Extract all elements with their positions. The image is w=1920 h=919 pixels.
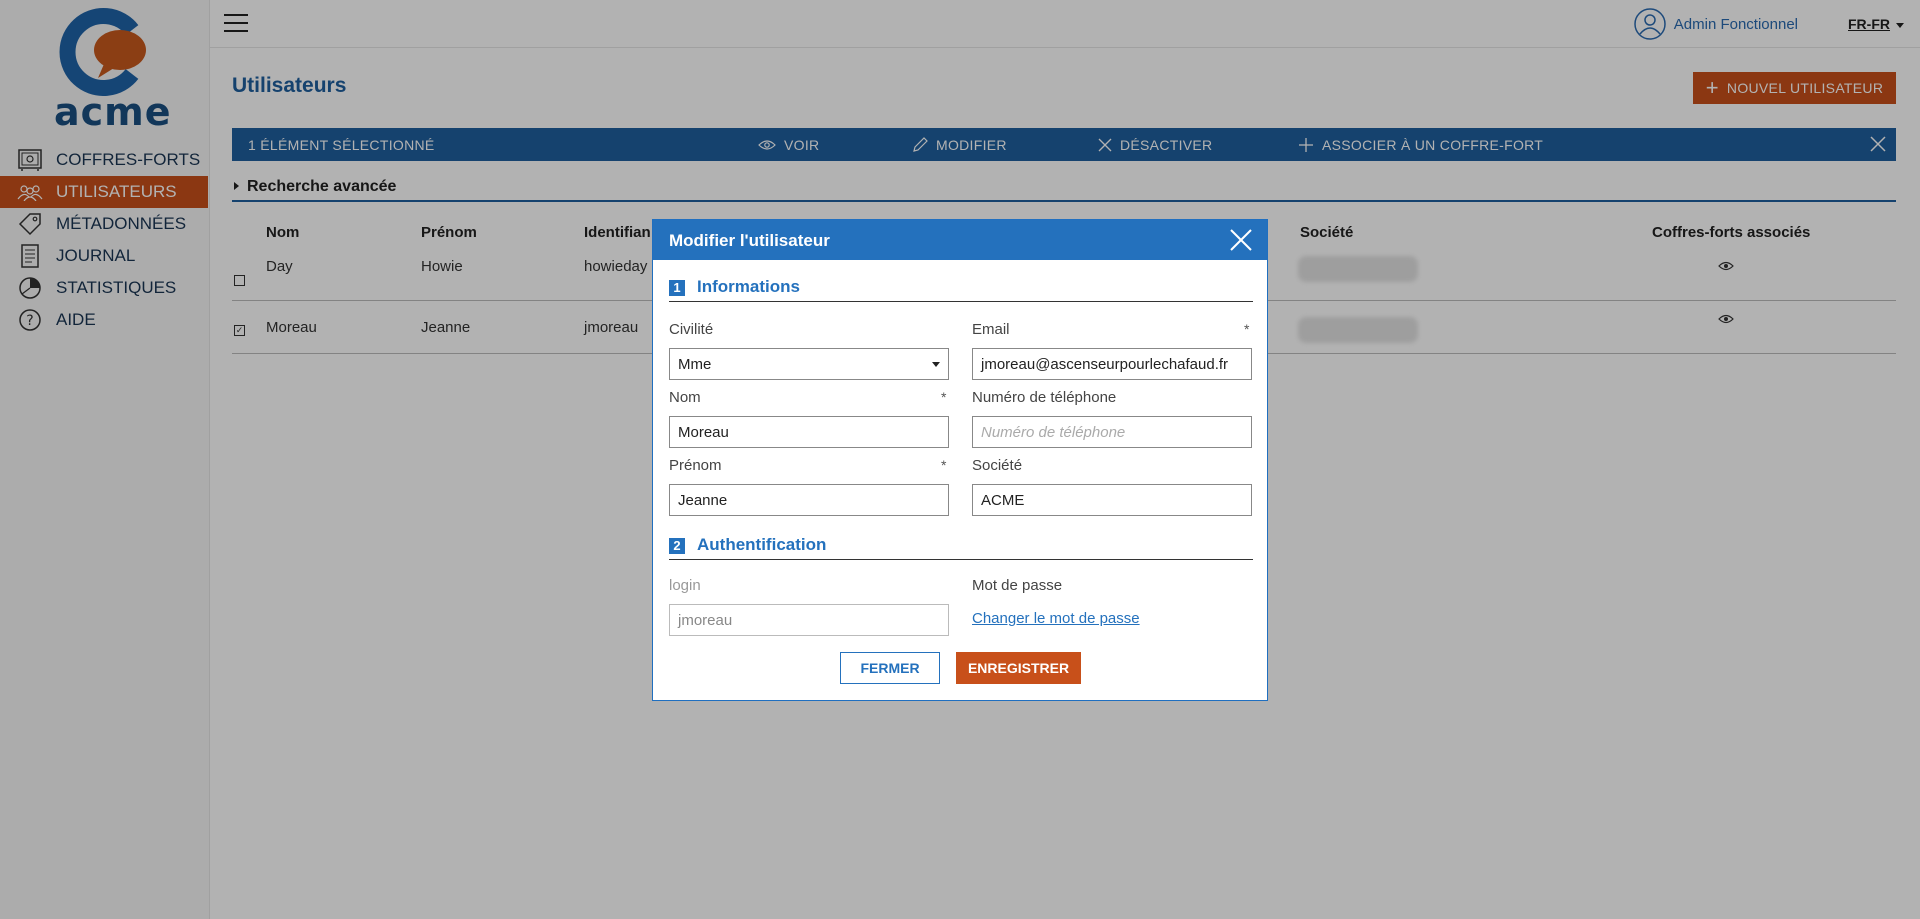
telephone-field[interactable]: Numéro de téléphone <box>972 416 1252 448</box>
prenom-field[interactable]: Jeanne <box>669 484 949 516</box>
section-number: 1 <box>669 280 685 296</box>
chevron-down-icon <box>932 362 940 367</box>
societe-field[interactable]: ACME <box>972 484 1252 516</box>
close-icon[interactable] <box>1229 228 1253 252</box>
email-label: Email <box>972 321 1010 338</box>
email-required-mark: * <box>1244 321 1250 337</box>
telephone-label: Numéro de téléphone <box>972 389 1117 406</box>
change-password-link[interactable]: Changer le mot de passe <box>972 610 1140 627</box>
save-button[interactable]: ENREGISTRER <box>956 652 1081 684</box>
section-informations: 1 Informations <box>669 276 1253 302</box>
civilite-label: Civilité <box>669 321 714 338</box>
nom-field[interactable]: Moreau <box>669 416 949 448</box>
dialog-title: Modifier l'utilisateur <box>669 231 830 250</box>
nom-label: Nom <box>669 389 701 406</box>
login-field: jmoreau <box>669 604 949 636</box>
societe-label: Société <box>972 457 1023 474</box>
section-number: 2 <box>669 538 685 554</box>
close-button[interactable]: FERMER <box>840 652 940 684</box>
prenom-label: Prénom <box>669 457 722 474</box>
nom-required-mark: * <box>941 389 947 405</box>
section-title: Informations <box>697 277 800 296</box>
civilite-value: Mme <box>678 355 712 373</box>
section-authentification: 2 Authentification <box>669 534 1253 560</box>
edit-user-dialog: Modifier l'utilisateur 1 Informations Ci… <box>652 219 1268 701</box>
civilite-select[interactable]: Mme <box>669 348 949 380</box>
section-title: Authentification <box>697 535 827 554</box>
dialog-header: Modifier l'utilisateur <box>653 220 1267 260</box>
prenom-required-mark: * <box>941 457 947 473</box>
email-field[interactable]: jmoreau@ascenseurpourlechafaud.fr <box>972 348 1252 380</box>
login-label: login <box>669 577 701 594</box>
password-label: Mot de passe <box>972 577 1063 594</box>
